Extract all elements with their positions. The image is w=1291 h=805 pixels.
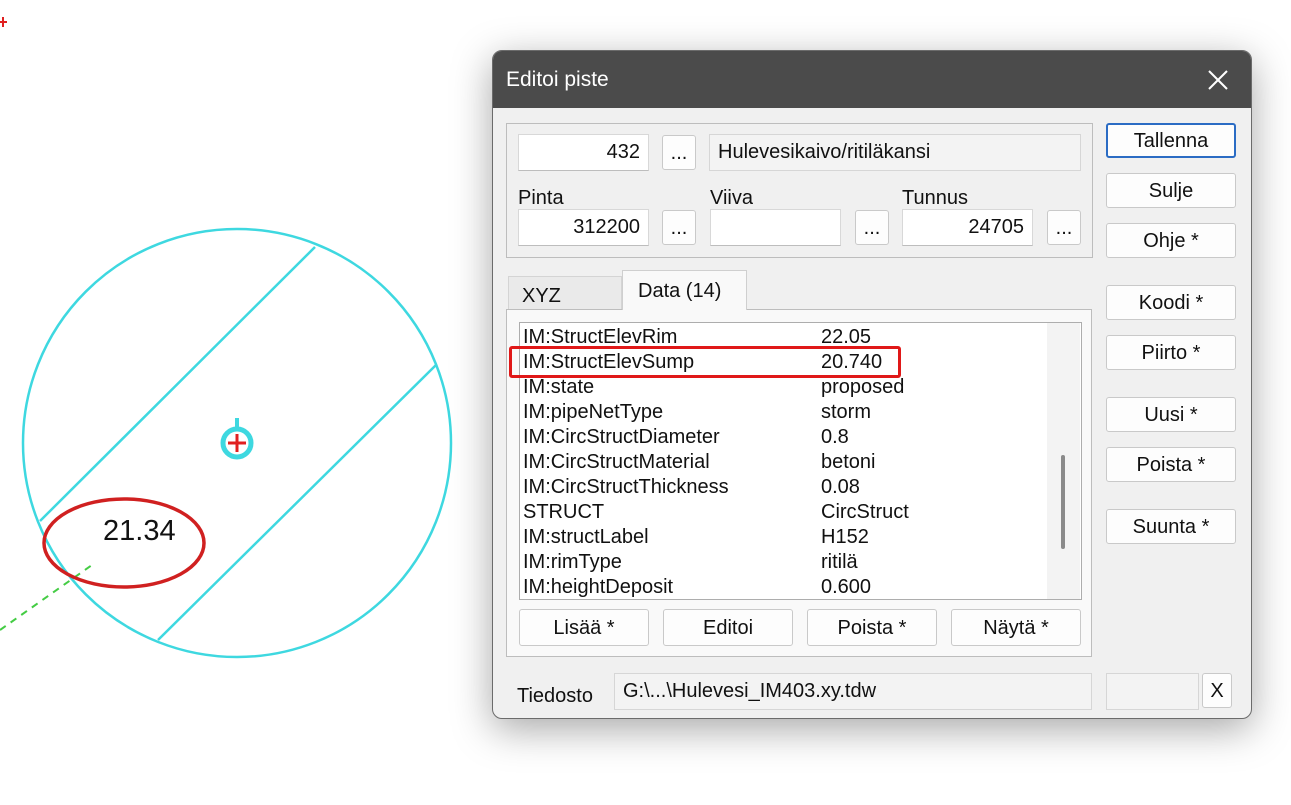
close-dialog-button[interactable]: Sulje [1106, 173, 1236, 208]
list-item[interactable]: STRUCT CircStruct [523, 500, 1048, 525]
list-item[interactable]: IM:state proposed [523, 375, 1048, 400]
list-item[interactable]: IM:structLabel H152 [523, 525, 1048, 550]
viiva-field[interactable] [710, 209, 841, 246]
new-button[interactable]: Uusi * [1106, 397, 1236, 432]
close-button[interactable] [1185, 51, 1251, 108]
list-item[interactable]: IM:CircStructMaterial betoni [523, 450, 1048, 475]
tunnus-field[interactable]: 24705 [902, 209, 1033, 246]
list-item[interactable]: IM:rimType ritilä [523, 550, 1048, 575]
center-point-icon [220, 418, 254, 460]
remove-row-button[interactable]: Poista * [807, 609, 937, 646]
dashed-leader-line [0, 564, 93, 631]
list-item[interactable]: IM:CircStructDiameter 0.8 [523, 425, 1048, 450]
point-description-field[interactable]: Hulevesikaivo/ritiläkansi [709, 134, 1081, 171]
elevation-label: 21.34 [103, 515, 176, 547]
edit-button[interactable]: Editoi [663, 609, 793, 646]
show-button[interactable]: Näytä * [951, 609, 1081, 646]
structure-line-lower [157, 364, 437, 641]
list-item[interactable]: IM:pipeNetType storm [523, 400, 1048, 425]
data-value: H152 [821, 526, 869, 548]
direction-button[interactable]: Suunta * [1106, 509, 1236, 544]
delete-button[interactable]: Poista * [1106, 447, 1236, 482]
scrollbar-thumb[interactable] [1061, 455, 1065, 549]
data-key: IM:rimType [523, 551, 622, 573]
file-path-field: G:\...\Hulevesi_IM403.xy.tdw [614, 673, 1092, 710]
list-scrollbar[interactable] [1047, 323, 1080, 599]
data-value: 0.600 [821, 576, 872, 598]
data-key: IM:state [523, 376, 595, 398]
pinta-field[interactable]: 312200 [518, 209, 649, 246]
title-bar: Editoi piste [493, 51, 1251, 108]
point-number-field[interactable]: 432 [518, 134, 649, 171]
list-item[interactable]: IM:heightDeposit 0.600 [523, 575, 1048, 599]
data-key: IM:CircStructMaterial [523, 451, 710, 473]
pinta-label: Pinta [518, 187, 564, 209]
data-key: IM:pipeNetType [523, 401, 664, 423]
data-value: 0.08 [821, 476, 860, 498]
data-value: proposed [821, 376, 905, 398]
close-icon [1208, 69, 1228, 90]
data-key: IM:CircStructDiameter [523, 426, 720, 448]
corner-marker-icon [0, 17, 7, 27]
help-button[interactable]: Ohje * [1106, 223, 1236, 258]
data-key: IM:structLabel [523, 526, 649, 548]
data-value: 0.8 [821, 426, 849, 448]
viiva-label: Viiva [710, 187, 753, 209]
highlight-annotation [509, 346, 901, 378]
clear-file-button[interactable]: X [1202, 673, 1232, 708]
data-value: storm [821, 401, 871, 423]
list-item[interactable]: IM:CircStructThickness 0.08 [523, 475, 1048, 500]
pinta-browse-button[interactable]: ... [662, 210, 696, 245]
data-key: IM:heightDeposit [523, 576, 674, 598]
add-button[interactable]: Lisää * [519, 609, 649, 646]
tunnus-browse-button[interactable]: ... [1047, 210, 1081, 245]
file-extra-field [1106, 673, 1199, 710]
draw-button[interactable]: Piirto * [1106, 335, 1236, 370]
structure-line-upper [39, 246, 316, 522]
data-key: STRUCT [523, 501, 605, 523]
dialog-title: Editoi piste [506, 68, 609, 91]
data-key: IM:CircStructThickness [523, 476, 729, 498]
code-button[interactable]: Koodi * [1106, 285, 1236, 320]
tunnus-label: Tunnus [902, 187, 968, 209]
data-value: CircStruct [821, 501, 909, 523]
viiva-browse-button[interactable]: ... [855, 210, 889, 245]
data-value: betoni [821, 451, 876, 473]
file-label: Tiedosto [517, 685, 593, 707]
number-browse-button[interactable]: ... [662, 135, 696, 170]
data-value: ritilä [821, 551, 858, 573]
edit-point-dialog: Editoi piste 432 ... Hulevesikaivo/ritil… [492, 50, 1252, 719]
save-button[interactable]: Tallenna [1106, 123, 1236, 158]
tab-xyz[interactable]: XYZ [508, 276, 622, 310]
tab-data[interactable]: Data (14) [622, 270, 747, 310]
